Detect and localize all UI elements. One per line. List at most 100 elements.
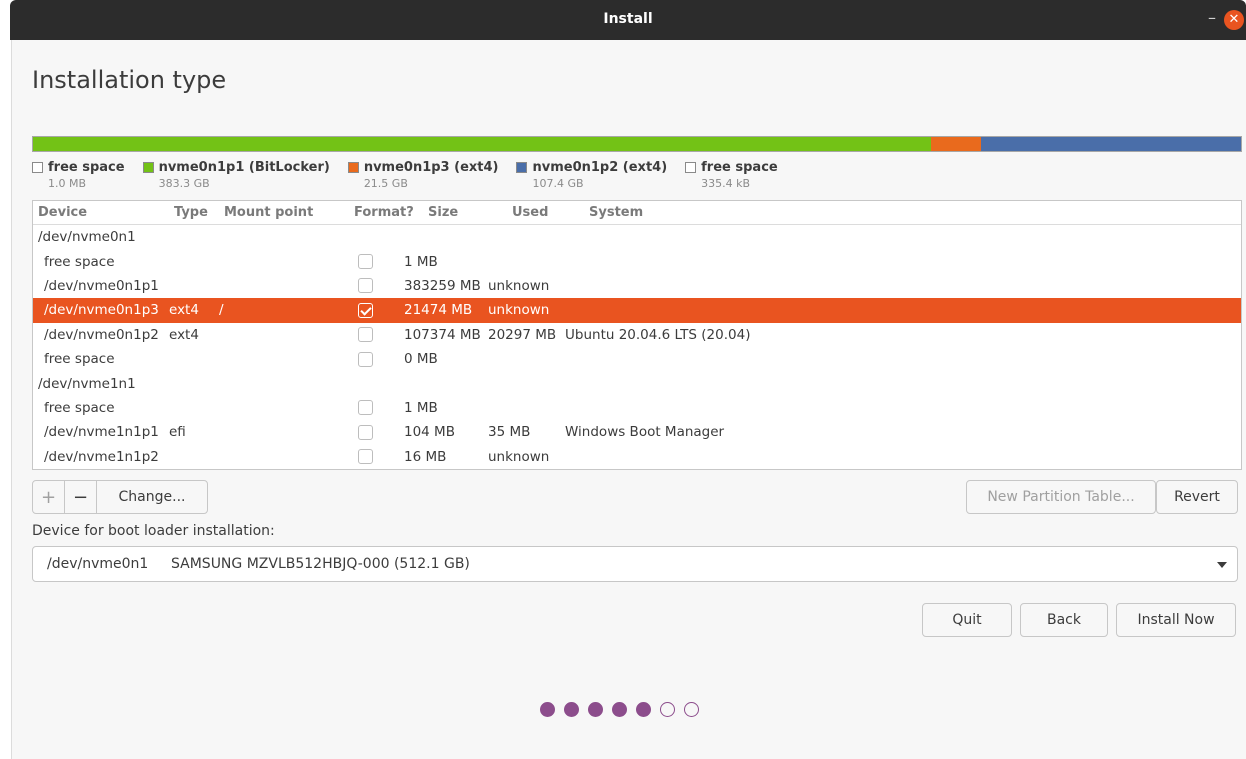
table-row-selected[interactable]: /dev/nvme0n1p3 ext4 / 21474 MB unknown — [33, 298, 1241, 323]
format-checkbox[interactable] — [358, 278, 373, 294]
used-cell: unknown — [488, 302, 550, 319]
device-cell: free space — [44, 399, 115, 416]
legend-size: 21.5 GB — [363, 177, 408, 190]
boot-device: /dev/nvme0n1 — [47, 556, 149, 572]
quit-button[interactable]: Quit — [922, 603, 1012, 637]
legend-item: free space 1.0 MB — [32, 160, 125, 190]
format-checkbox[interactable] — [358, 327, 373, 343]
partition-legend: free space 1.0 MB nvme0n1p1 (BitLocker) … — [32, 160, 778, 190]
format-checkbox[interactable] — [358, 254, 373, 270]
progress-dot-pending — [684, 702, 699, 717]
size-cell: 107374 MB — [404, 326, 481, 343]
table-row[interactable]: /dev/nvme1n1p2 16 MB unknown — [33, 445, 1241, 469]
legend-label: nvme0n1p3 (ext4) — [363, 160, 499, 175]
column-system[interactable]: System — [584, 205, 643, 220]
legend-label: nvme0n1p2 (ext4) — [532, 160, 668, 175]
table-row[interactable]: free space 1 MB — [33, 396, 1241, 420]
type-cell: ext4 — [169, 302, 199, 319]
boot-device-description: SAMSUNG MZVLB512HBJQ-000 (512.1 GB) — [171, 556, 470, 572]
table-row[interactable]: /dev/nvme0n1p1 383259 MB unknown — [33, 274, 1241, 298]
format-cell — [354, 424, 404, 440]
table-row[interactable]: free space 1 MB — [33, 249, 1241, 273]
format-cell — [354, 449, 404, 465]
dropdown-arrow-icon — [1217, 562, 1227, 568]
device-cell: /dev/nvme0n1p1 — [44, 277, 159, 294]
type-cell: efi — [169, 424, 186, 441]
format-checkbox[interactable] — [358, 400, 373, 416]
legend-swatch — [32, 162, 43, 173]
progress-dot-complete — [612, 702, 627, 717]
table-row[interactable]: /dev/nvme1n1 — [33, 371, 1241, 395]
legend-swatch — [347, 162, 359, 173]
legend-swatch — [685, 162, 697, 173]
device-cell: /dev/nvme1n1 — [38, 375, 136, 392]
column-type[interactable]: Type — [169, 205, 219, 220]
device-cell: /dev/nvme0n1p2 — [44, 326, 159, 343]
format-cell — [354, 278, 404, 294]
legend-item: nvme0n1p3 (ext4) 21.5 GB — [347, 160, 499, 190]
boot-loader-select[interactable]: /dev/nvme0n1 SAMSUNG MZVLB512HBJQ-000 (5… — [32, 546, 1238, 582]
column-format[interactable]: Format? — [349, 205, 423, 220]
table-header: Device Type Mount point Format? Size Use… — [33, 201, 1241, 225]
remove-partition-button[interactable]: − — [65, 481, 97, 513]
size-cell: 104 MB — [404, 424, 455, 441]
system-cell: Ubuntu 20.04.6 LTS (20.04) — [565, 326, 751, 343]
used-cell: 20297 MB — [488, 326, 557, 343]
partition-table: Device Type Mount point Format? Size Use… — [32, 200, 1242, 470]
legend-size: 107.4 GB — [532, 177, 584, 190]
legend-item: nvme0n1p1 (BitLocker) 383.3 GB — [142, 160, 330, 190]
legend-label: nvme0n1p1 (BitLocker) — [158, 160, 330, 175]
table-row[interactable]: /dev/nvme1n1p1 efi 104 MB 35 MB Windows … — [33, 420, 1241, 444]
installer-window: Installation type free space 1.0 MB nvme… — [12, 40, 1246, 759]
format-cell — [354, 351, 404, 367]
used-cell: unknown — [488, 277, 550, 294]
column-size[interactable]: Size — [423, 205, 507, 220]
change-partition-button[interactable]: Change... — [97, 481, 207, 513]
column-used[interactable]: Used — [507, 205, 584, 220]
table-row[interactable]: free space 0 MB — [33, 347, 1241, 371]
format-checkbox[interactable] — [358, 302, 373, 318]
format-checkbox[interactable] — [358, 424, 373, 440]
table-row[interactable]: /dev/nvme0n1p2 ext4 107374 MB 20297 MB U… — [33, 323, 1241, 347]
page-title: Installation type — [32, 66, 227, 94]
window-edge — [0, 40, 12, 759]
size-cell: 16 MB — [404, 448, 447, 465]
progress-dot-complete — [636, 702, 651, 717]
legend-swatch — [516, 162, 528, 173]
window-title: Install — [603, 11, 653, 27]
format-checkbox[interactable] — [358, 449, 373, 465]
format-checkbox[interactable] — [358, 351, 373, 367]
boot-loader-label: Device for boot loader installation: — [32, 523, 275, 539]
size-cell: 1 MB — [404, 399, 438, 416]
progress-dots — [540, 702, 699, 717]
close-button[interactable]: ✕ — [1224, 10, 1244, 30]
device-cell: free space — [44, 351, 115, 368]
legend-size: 1.0 MB — [48, 177, 87, 190]
add-partition-button[interactable]: + — [33, 481, 65, 513]
size-cell: 21474 MB — [404, 302, 473, 319]
partition-segment-bitlocker — [33, 137, 931, 151]
revert-button[interactable]: Revert — [1156, 480, 1238, 514]
size-cell: 383259 MB — [404, 277, 481, 294]
back-button[interactable]: Back — [1020, 603, 1108, 637]
legend-label: free space — [701, 160, 778, 175]
legend-item: free space 335.4 kB — [685, 160, 778, 190]
legend-size: 335.4 kB — [701, 177, 751, 190]
column-device[interactable]: Device — [33, 205, 169, 220]
progress-dot-complete — [540, 702, 555, 717]
minimize-button[interactable]: – — [1208, 8, 1216, 27]
device-cell: /dev/nvme1n1p1 — [44, 424, 159, 441]
new-partition-table-button[interactable]: New Partition Table... — [966, 480, 1156, 514]
install-now-button[interactable]: Install Now — [1116, 603, 1236, 637]
close-icon: ✕ — [1228, 12, 1240, 27]
device-cell: /dev/nvme0n1 — [38, 229, 136, 246]
used-cell: unknown — [488, 448, 550, 465]
system-cell: Windows Boot Manager — [565, 424, 725, 441]
column-mount[interactable]: Mount point — [219, 205, 349, 220]
legend-size: 383.3 GB — [158, 177, 210, 190]
mount-cell: / — [219, 302, 224, 319]
table-row[interactable]: /dev/nvme0n1 — [33, 225, 1241, 249]
device-cell: /dev/nvme1n1p2 — [44, 448, 159, 465]
plus-icon: + — [40, 486, 57, 508]
format-cell — [354, 302, 404, 318]
